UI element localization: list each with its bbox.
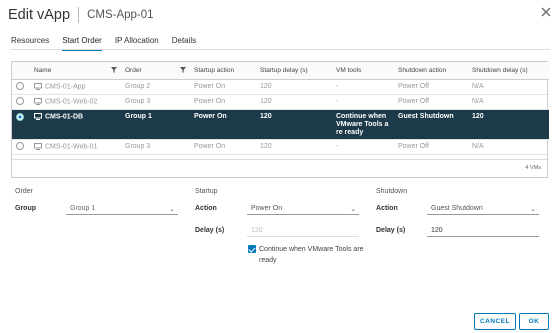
vm-icon — [34, 97, 42, 105]
table-row-selected[interactable]: CMS-01-DB Group 1 Power On 120 Continue … — [12, 109, 549, 140]
shutdown-action-value: Guest Shutdown — [431, 205, 483, 212]
vm-order: Group 3 — [121, 94, 190, 110]
startup-action-select[interactable]: Power On ⌄ — [247, 203, 359, 215]
vm-tools: - — [332, 94, 394, 110]
cancel-button[interactable]: CANCEL — [474, 313, 516, 330]
vm-order: Group 1 — [121, 109, 190, 140]
vapp-name: CMS-App-01 — [87, 9, 154, 21]
startup-action-label: Action — [195, 205, 217, 212]
table-row[interactable]: CMS-01-App Group 2 Power On 120 - Power … — [12, 79, 549, 95]
group-label: Group — [15, 205, 36, 212]
vm-tools: - — [332, 79, 394, 95]
row-radio[interactable] — [16, 81, 24, 90]
grid-footer: 4 VMs — [12, 159, 547, 177]
title-separator — [78, 7, 80, 23]
row-radio[interactable] — [16, 112, 24, 121]
startup-action: Power On — [190, 94, 256, 110]
tab-divider — [11, 49, 550, 50]
vm-table: Name Order Startup action Startup delay … — [12, 62, 549, 155]
vm-name: CMS-01-Web-01 — [45, 143, 98, 151]
shutdown-section-title: Shutdown — [376, 188, 408, 195]
startup-delay: 120 — [256, 94, 332, 110]
table-row[interactable]: CMS-01-Web-01 Group 3 Power On 120 - Pow… — [12, 139, 549, 155]
group-select-value: Group 1 — [70, 205, 96, 212]
startup-delay-label: Delay (s) — [195, 227, 225, 234]
group-select[interactable]: Group 1 ⌄ — [66, 203, 178, 215]
shutdown-action: Power Off — [394, 79, 468, 95]
dialog-title: Edit vApp — [8, 7, 71, 23]
vm-name: CMS-01-DB — [45, 112, 84, 120]
shutdown-action-select[interactable]: Guest Shutdown ⌄ — [427, 203, 539, 215]
column-header-shutdown-action[interactable]: Shutdown action — [394, 62, 468, 80]
vm-order: Group 2 — [121, 79, 190, 95]
row-radio[interactable] — [16, 141, 24, 150]
column-header-startup-delay[interactable]: Startup delay (s) — [256, 62, 332, 80]
startup-delay: 120 — [256, 109, 332, 140]
filter-icon[interactable] — [111, 67, 117, 74]
vm-count: 4 VMs — [525, 165, 541, 171]
shutdown-action: Power Off — [394, 94, 468, 110]
select-column-header — [12, 62, 30, 80]
shutdown-action: Guest Shutdown — [394, 109, 468, 140]
chevron-down-icon: ⌄ — [530, 206, 536, 213]
close-icon[interactable] — [539, 5, 553, 19]
vmware-tools-checkbox-label: Continue when VMware Tools are ready — [259, 246, 364, 264]
startup-delay: 120 — [256, 139, 332, 155]
vm-icon — [34, 82, 42, 90]
startup-action: Power On — [190, 139, 256, 155]
vm-name: CMS-01-Web-02 — [45, 98, 98, 106]
shutdown-delay: 120 — [468, 109, 549, 140]
shutdown-action: Power Off — [394, 139, 468, 155]
shutdown-delay: N/A — [468, 139, 549, 155]
dialog-header: Edit vApp CMS-App-01 — [8, 5, 154, 25]
column-header-label: Order — [125, 66, 142, 74]
column-header-label: Name — [34, 66, 52, 74]
shutdown-delay: N/A — [468, 79, 549, 95]
startup-action-value: Power On — [251, 205, 283, 212]
column-header-startup-action[interactable]: Startup action — [190, 62, 256, 80]
column-header-vm-tools[interactable]: VM tools — [332, 62, 394, 80]
table-row[interactable]: CMS-01-Web-02 Group 3 Power On 120 - Pow… — [12, 94, 549, 110]
column-header-name[interactable]: Name — [30, 62, 121, 80]
shutdown-action-label: Action — [376, 205, 398, 212]
grid-header-row: Name Order Startup action Startup delay … — [12, 62, 549, 80]
vmware-tools-checkbox[interactable] — [248, 245, 256, 253]
startup-section-title: Startup — [195, 188, 218, 195]
vm-start-order-grid: Name Order Startup action Startup delay … — [11, 61, 549, 178]
order-section-title: Order — [15, 188, 33, 195]
startup-action: Power On — [190, 109, 256, 140]
vm-icon — [34, 112, 42, 120]
shutdown-delay-label: Delay (s) — [376, 227, 406, 234]
chevron-down-icon: ⌄ — [350, 206, 356, 213]
shutdown-delay-input[interactable]: 120 — [427, 225, 539, 237]
shutdown-delay: N/A — [468, 94, 549, 110]
column-header-order[interactable]: Order — [121, 62, 190, 80]
vm-tools: - — [332, 139, 394, 155]
chevron-down-icon: ⌄ — [169, 206, 175, 213]
startup-delay: 120 — [256, 79, 332, 95]
ok-button[interactable]: OK — [519, 313, 549, 330]
startup-delay-input[interactable]: 120 — [247, 225, 359, 237]
column-header-shutdown-delay[interactable]: Shutdown delay (s) — [468, 62, 549, 80]
filter-icon[interactable] — [180, 67, 186, 74]
vm-icon — [34, 142, 42, 150]
vm-tools: Continue when VMware Tools a re ready — [332, 109, 394, 140]
startup-action: Power On — [190, 79, 256, 95]
vm-order: Group 3 — [121, 139, 190, 155]
vm-name: CMS-01-App — [45, 83, 86, 91]
row-radio[interactable] — [16, 96, 24, 105]
